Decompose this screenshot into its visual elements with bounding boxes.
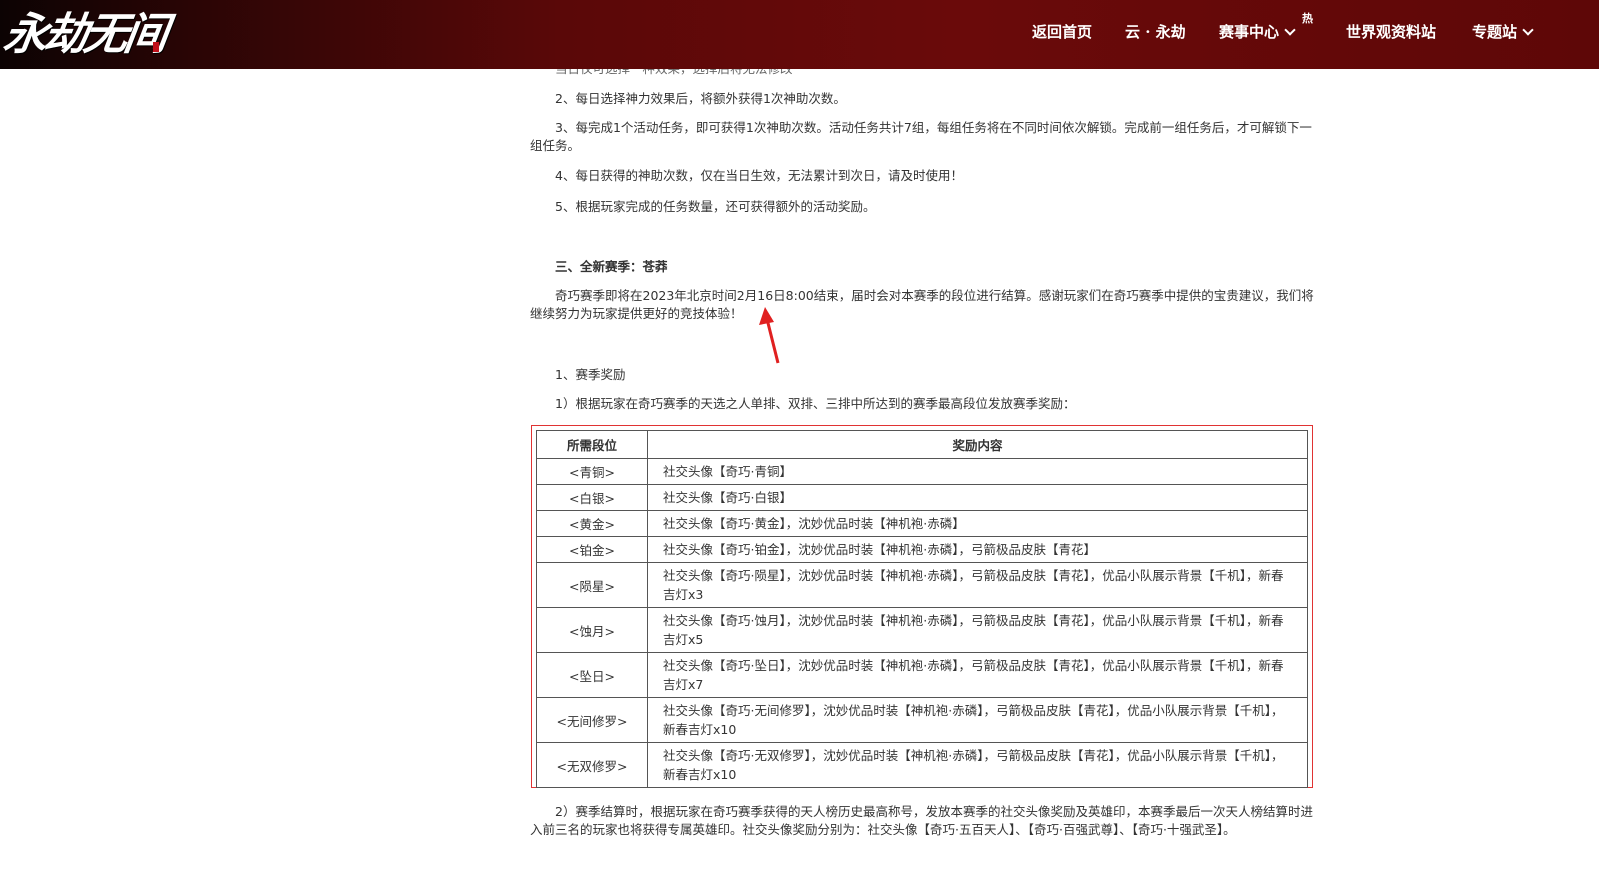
table-row: <黄金> 社交头像【奇巧·黄金】，沈妙优品时装【神机袍·赤磷】 — [536, 510, 1308, 537]
sub-title: 1、赛季奖励 — [555, 367, 626, 382]
table-row: <坠日> 社交头像【奇巧·坠日】，沈妙优品时装【神机袍·赤磷】，弓箭极品皮肤【青… — [536, 652, 1308, 698]
reward-cell: 社交头像【奇巧·坠日】，沈妙优品时装【神机袍·赤磷】，弓箭极品皮肤【青花】，优品… — [647, 652, 1308, 698]
reward-cell: 社交头像【奇巧·陨星】，沈妙优品时装【神机袍·赤磷】，弓箭极品皮肤【青花】，优品… — [647, 562, 1308, 608]
reward-cell: 社交头像【奇巧·铂金】，沈妙优品时装【神机袍·赤磷】，弓箭极品皮肤【青花】 — [647, 536, 1308, 563]
reward-cell: 社交头像【奇巧·白银】 — [647, 484, 1308, 511]
logo-seal-icon — [153, 42, 159, 52]
table-row: <蚀月> 社交头像【奇巧·蚀月】，沈妙优品时装【神机袍·赤磷】，弓箭极品皮肤【青… — [536, 607, 1308, 653]
red-arrow-annotation — [759, 307, 780, 364]
hot-badge: 热 — [1302, 12, 1313, 25]
chevron-down-icon — [1522, 24, 1534, 36]
nav-cloud-link[interactable]: 云 · 永劫 — [1125, 22, 1186, 42]
chevron-down-icon — [1284, 24, 1296, 36]
rule-4: 4、每日获得的神助次数，仅在当日生效，无法累计到次日，请及时使用！ — [555, 168, 963, 183]
reward-cell: 社交头像【奇巧·无双修罗】，沈妙优品时装【神机袍·赤磷】，弓箭极品皮肤【青花】，… — [647, 742, 1308, 788]
nav-esports-label: 赛事中心 — [1219, 23, 1280, 41]
nav-special-dropdown[interactable]: 专题站 — [1472, 22, 1534, 42]
rule-5: 5、根据玩家完成的任务数量，还可获得额外的活动奖励。 — [555, 199, 876, 214]
reward-cell: 社交头像【奇巧·无间修罗】，沈妙优品时装【神机袍·赤磷】，弓箭极品皮肤【青花】，… — [647, 697, 1308, 743]
tier-cell: <蚀月> — [536, 607, 648, 653]
top-navigation-bar: 永劫无间 返回首页 云 · 永劫 赛事中心 热 世界观资料站 专题站 — [0, 0, 1599, 69]
tier-cell: <无双修罗> — [536, 742, 648, 788]
rule-3: 3、每完成1个活动任务，即可获得1次神助次数。活动任务共计7组，每组任务将在不同… — [530, 120, 1312, 153]
tier-cell: <白银> — [536, 484, 648, 511]
nav-lore-link[interactable]: 世界观资料站 — [1346, 22, 1436, 42]
tier-cell: <无间修罗> — [536, 697, 648, 743]
game-logo[interactable]: 永劫无间 — [0, 6, 168, 64]
table-row: <无双修罗> 社交头像【奇巧·无双修罗】，沈妙优品时装【神机袍·赤磷】，弓箭极品… — [536, 742, 1308, 788]
table-row: <陨星> 社交头像【奇巧·陨星】，沈妙优品时装【神机袍·赤磷】，弓箭极品皮肤【青… — [536, 562, 1308, 608]
nav-home-link[interactable]: 返回首页 — [1032, 22, 1092, 42]
header-reward: 奖励内容 — [647, 430, 1308, 459]
season-rewards-table: 所需段位 奖励内容 <青铜> 社交头像【奇巧·青铜】 <白银> 社交头像【奇巧·… — [536, 430, 1308, 788]
table-row: <铂金> 社交头像【奇巧·铂金】，沈妙优品时装【神机袍·赤磷】，弓箭极品皮肤【青… — [536, 536, 1308, 563]
table-header-row: 所需段位 奖励内容 — [536, 430, 1308, 459]
rule-2: 2、每日选择神力效果后，将额外获得1次神助次数。 — [555, 91, 846, 106]
tier-cell: <陨星> — [536, 562, 648, 608]
tier-cell: <坠日> — [536, 652, 648, 698]
reward-cell: 社交头像【奇巧·黄金】，沈妙优品时装【神机袍·赤磷】 — [647, 510, 1308, 537]
nav-esports-dropdown[interactable]: 赛事中心 — [1219, 22, 1296, 42]
table-row: <白银> 社交头像【奇巧·白银】 — [536, 484, 1308, 511]
tier-cell: <铂金> — [536, 536, 648, 563]
reward-cell: 社交头像【奇巧·青铜】 — [647, 458, 1308, 485]
season-rewards-table-highlight: 所需段位 奖励内容 <青铜> 社交头像【奇巧·青铜】 <白银> 社交头像【奇巧·… — [531, 425, 1313, 788]
header-tier: 所需段位 — [536, 430, 648, 459]
tier-cell: <青铜> — [536, 458, 648, 485]
nav-special-label: 专题站 — [1472, 23, 1518, 41]
tier-cell: <黄金> — [536, 510, 648, 537]
section-title: 三、全新赛季：苍莽 — [555, 259, 668, 274]
table-row: <青铜> 社交头像【奇巧·青铜】 — [536, 458, 1308, 485]
closing-paragraph: 2）赛季结算时，根据玩家在奇巧赛季获得的天人榜历史最高称号，发放本赛季的社交头像… — [530, 804, 1313, 837]
table-row: <无间修罗> 社交头像【奇巧·无间修罗】，沈妙优品时装【神机袍·赤磷】，弓箭极品… — [536, 697, 1308, 743]
sub-point: 1）根据玩家在奇巧赛季的天选之人单排、双排、三排中所达到的赛季最高段位发放赛季奖… — [555, 396, 1076, 411]
reward-cell: 社交头像【奇巧·蚀月】，沈妙优品时装【神机袍·赤磷】，弓箭极品皮肤【青花】，优品… — [647, 607, 1308, 653]
section-intro: 奇巧赛季即将在2023年北京时间2月16日8:00结束，届时会对本赛季的段位进行… — [530, 288, 1314, 321]
